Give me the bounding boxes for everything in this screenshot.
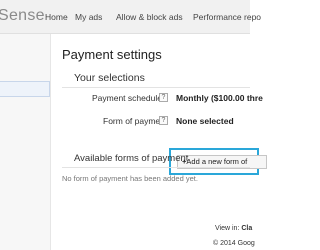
selections-heading: Your selections — [74, 72, 145, 84]
view-in-label: View in: — [215, 225, 240, 232]
page-title: Payment settings — [62, 47, 162, 62]
view-in-selector[interactable]: View in: Cla — [215, 225, 252, 232]
form-of-payment-value: None selected — [176, 116, 234, 126]
payment-schedule-value: Monthly ($100.00 thre — [176, 93, 263, 103]
nav-home[interactable]: Home — [45, 12, 68, 22]
empty-payments-message: No form of payment has been added yet. — [62, 174, 198, 183]
form-of-payment-label: Form of payment — [103, 116, 168, 126]
copyright-text: © 2014 Goog — [213, 240, 255, 247]
sidebar-selected-item[interactable] — [0, 81, 50, 97]
add-button-label: Add a new form of — [186, 157, 248, 166]
top-bar: Sense Home My ads Allow & block ads Perf… — [0, 0, 261, 34]
nav-performance-reports[interactable]: Performance repo — [193, 12, 261, 22]
adsense-logo[interactable]: Sense — [0, 7, 45, 25]
help-icon[interactable]: ? — [159, 93, 168, 102]
available-divider — [62, 167, 250, 168]
selections-divider — [62, 87, 250, 88]
nav-allow-block-ads[interactable]: Allow & block ads — [116, 12, 183, 22]
available-forms-heading: Available forms of payment — [74, 153, 189, 164]
help-icon[interactable]: ? — [159, 116, 168, 125]
left-sidebar — [0, 34, 51, 250]
payment-schedule-label: Payment schedule — [92, 93, 162, 103]
view-in-value[interactable]: Cla — [241, 225, 252, 232]
nav-my-ads[interactable]: My ads — [75, 12, 102, 22]
